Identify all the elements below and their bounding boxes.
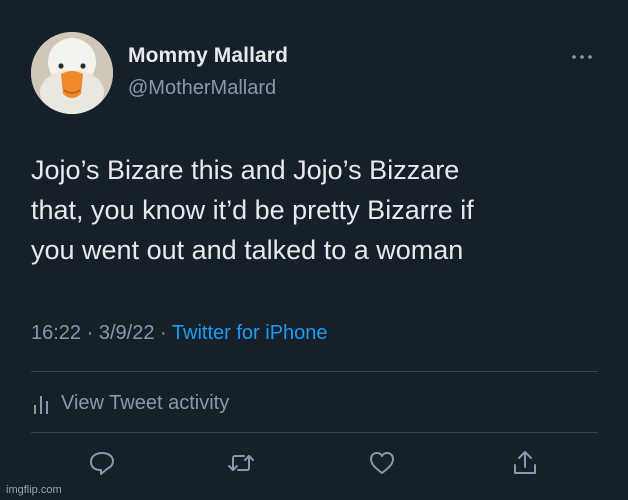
tweet-time[interactable]: 16:22	[31, 322, 81, 344]
tweet-text: Jojo’s Bizare this and Jojo’s Bizzare th…	[31, 150, 601, 270]
reply-button[interactable]	[87, 448, 117, 478]
reply-icon	[90, 452, 114, 475]
view-tweet-activity-label: View Tweet activity	[61, 392, 230, 414]
share-button[interactable]	[510, 448, 540, 478]
share-icon	[514, 451, 536, 474]
meta-separator: ·	[160, 322, 167, 344]
tweet-metadata: 16:22 · 3/9/22 · Twitter for iPhone	[31, 322, 328, 345]
retweet-icon	[228, 455, 254, 471]
more-horizontal-icon	[572, 55, 592, 59]
tweet-source-link[interactable]: Twitter for iPhone	[172, 322, 328, 344]
tweet-text-line: you went out and talked to a woman	[31, 235, 464, 265]
retweet-button[interactable]	[226, 448, 256, 478]
watermark: imgflip.com	[6, 484, 62, 496]
display-name[interactable]: Mommy Mallard	[128, 44, 288, 68]
tweet-text-line: that, you know it’d be pretty Bizarre if	[31, 195, 474, 225]
heart-icon	[370, 452, 394, 474]
view-tweet-activity-button[interactable]: View Tweet activity	[33, 392, 229, 415]
more-options-button[interactable]	[568, 48, 596, 66]
tweet-date[interactable]: 3/9/22	[99, 322, 155, 344]
tweet-text-line: Jojo’s Bizare this and Jojo’s Bizzare	[31, 155, 460, 185]
meta-separator: ·	[86, 322, 94, 344]
tweet-card: Mommy Mallard @MotherMallard Jojo’s Biza…	[0, 0, 628, 500]
bar-chart-icon	[34, 395, 48, 414]
like-button[interactable]	[367, 448, 397, 478]
user-handle[interactable]: @MotherMallard	[128, 77, 276, 100]
duck-avatar-image	[31, 32, 113, 114]
divider	[31, 432, 598, 433]
avatar[interactable]	[31, 32, 113, 114]
divider	[31, 371, 598, 372]
